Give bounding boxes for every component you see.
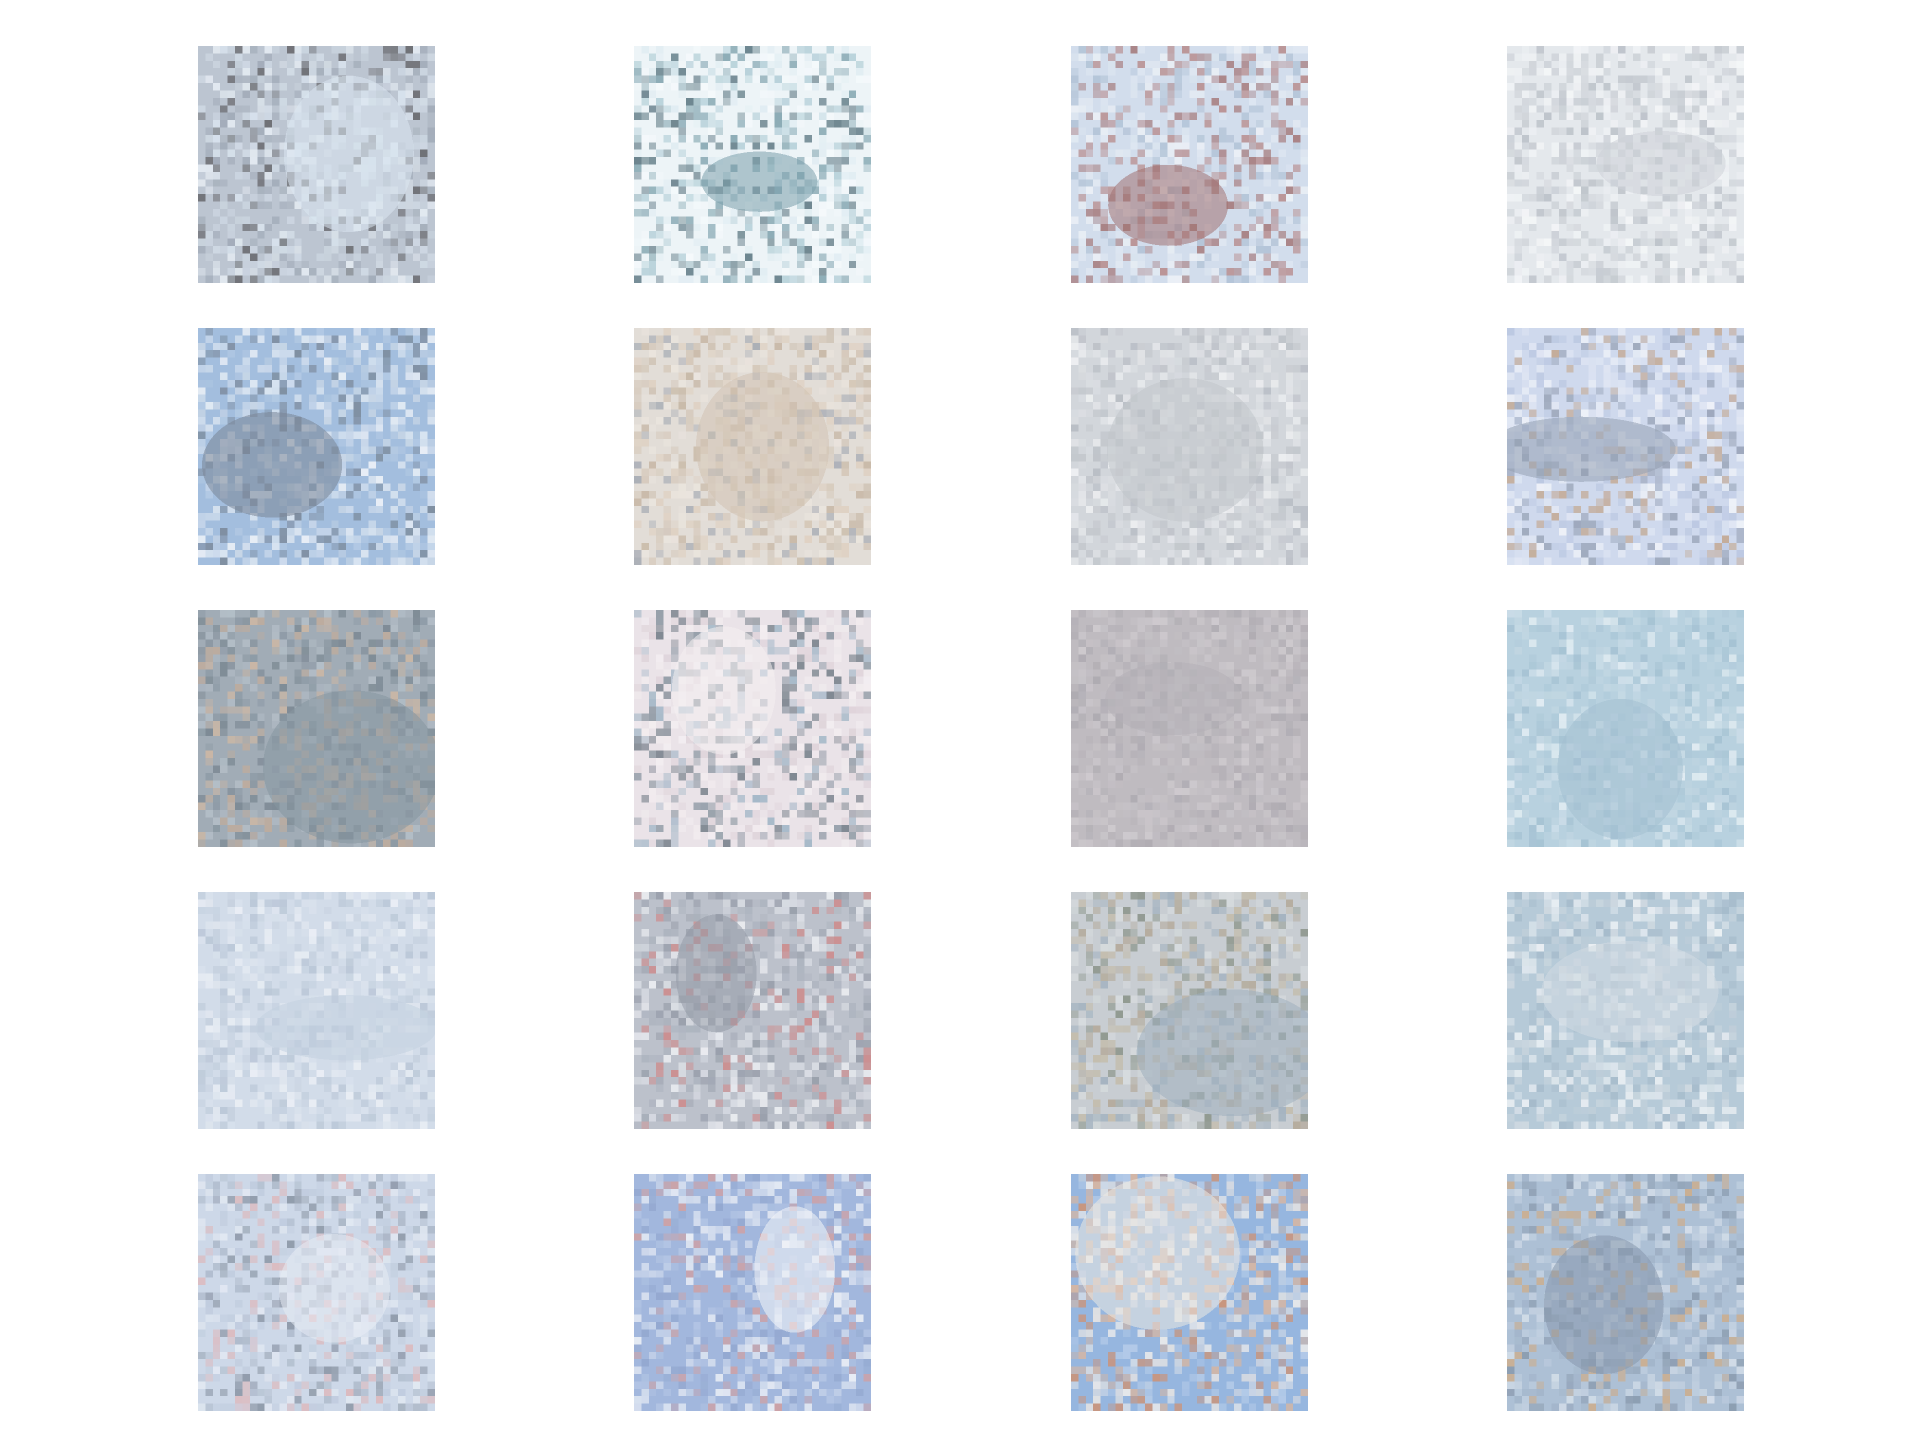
sample-5-1: [198, 1174, 435, 1411]
sample-5-4: [1507, 1174, 1744, 1411]
sample-2-4: [1507, 328, 1744, 565]
sample-3-4: [1507, 610, 1744, 847]
sample-image-grid: [0, 0, 1920, 1440]
sample-4-2: [634, 892, 871, 1129]
sample-2-1: [198, 328, 435, 565]
sample-2-3: [1071, 328, 1308, 565]
sample-1-4: [1507, 46, 1744, 283]
sample-3-3: [1071, 610, 1308, 847]
sample-4-3: [1071, 892, 1308, 1129]
sample-4-4: [1507, 892, 1744, 1129]
sample-1-1: [198, 46, 435, 283]
sample-4-1: [198, 892, 435, 1129]
sample-1-2: [634, 46, 871, 283]
sample-3-1: [198, 610, 435, 847]
sample-3-2: [634, 610, 871, 847]
sample-5-3: [1071, 1174, 1308, 1411]
sample-2-2: [634, 328, 871, 565]
sample-5-2: [634, 1174, 871, 1411]
sample-1-3: [1071, 46, 1308, 283]
